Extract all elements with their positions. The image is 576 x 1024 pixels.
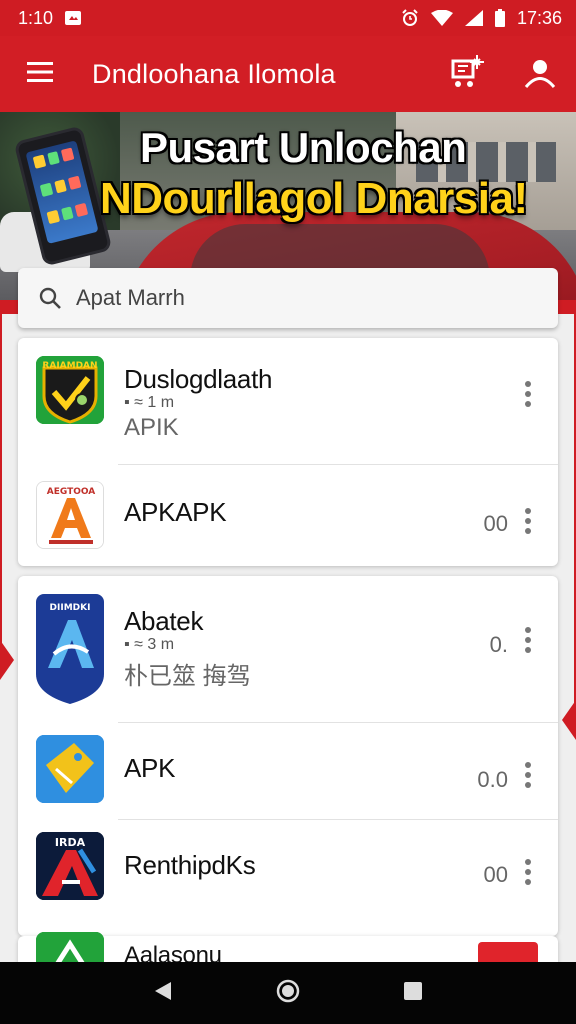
profile-button[interactable] <box>504 36 576 112</box>
app-title: APKAPK <box>124 497 227 527</box>
app-list-card: DIIMDKI Abatek ▪ ≈ 3 m 朴已筮 挴驾 0. APK 0.0 <box>18 576 558 936</box>
app-count: 0.0 <box>477 767 508 792</box>
signal-icon <box>464 10 483 26</box>
notification-icon <box>65 11 82 25</box>
app-count: 00 <box>483 862 508 887</box>
app-meta: ▪ ≈ 1 m <box>124 394 175 411</box>
recents-button[interactable] <box>393 973 433 1013</box>
list-item[interactable]: RAIAMDAN Duslogdlaath ▪ ≈ 1 m APIK <box>18 338 558 464</box>
app-title: Dndloohana Ilomola <box>92 58 336 89</box>
more-vertical-icon <box>525 381 531 387</box>
list-item[interactable]: APK 0.0 <box>18 723 558 819</box>
banner-headline: Pusart Unlochan <box>140 124 467 171</box>
wifi-icon <box>430 10 453 26</box>
icon-label: IRDA <box>55 836 86 849</box>
app-bar: Dndloohana Ilomola <box>0 36 576 112</box>
red-border <box>0 300 16 670</box>
app-icon-blue-tag <box>36 735 104 803</box>
list-item[interactable]: DIIMDKI Abatek ▪ ≈ 3 m 朴已筮 挴驾 0. <box>18 576 558 722</box>
app-icon-a: AEGTOOA <box>36 481 104 549</box>
back-button[interactable] <box>143 973 183 1013</box>
app-icon-red-a: IRDA <box>36 832 104 900</box>
menu-button[interactable] <box>0 36 80 112</box>
app-category: 朴已筮 挴驾 <box>124 663 251 690</box>
more-button[interactable] <box>516 620 540 660</box>
cart-icon <box>450 54 486 94</box>
profile-icon <box>524 56 556 93</box>
app-list-card: RAIAMDAN Duslogdlaath ▪ ≈ 1 m APIK AEGTO… <box>18 338 558 566</box>
red-triangle <box>562 700 576 740</box>
red-border <box>558 300 576 730</box>
app-count: 0. <box>489 632 508 657</box>
system-nav-bar <box>0 962 576 1024</box>
icon-label: AEGTOOA <box>47 487 96 497</box>
cart-button[interactable] <box>432 36 504 112</box>
status-time-right: 17:36 <box>516 7 562 28</box>
home-button[interactable] <box>268 973 308 1013</box>
red-triangle <box>0 640 14 680</box>
more-button[interactable] <box>516 501 540 541</box>
more-button[interactable] <box>516 852 540 892</box>
icon-label: RAIAMDAN <box>42 361 97 371</box>
recents-square-icon <box>403 981 423 1006</box>
more-vertical-icon <box>525 508 531 514</box>
alarm-icon <box>401 9 419 27</box>
more-vertical-icon <box>525 762 531 768</box>
list-item[interactable]: IRDA RenthipdKs 00 <box>18 820 558 916</box>
status-time-left: 1:10 <box>18 7 54 28</box>
search-icon <box>38 286 62 310</box>
search-input[interactable]: Apat Marrh <box>18 268 558 328</box>
home-circle-icon <box>276 979 300 1008</box>
hamburger-menu-icon <box>27 61 53 87</box>
app-meta: ▪ ≈ 3 m <box>124 636 175 653</box>
app-icon-blue-shield: DIIMDKI <box>36 594 104 704</box>
search-placeholder: Apat Marrh <box>76 285 185 310</box>
banner-subheadline: NDourllagol Dnarsia! <box>100 174 528 223</box>
back-triangle-icon <box>153 981 173 1006</box>
more-button[interactable] <box>516 755 540 795</box>
icon-label: DIIMDKI <box>50 603 91 613</box>
app-icon-shield: RAIAMDAN <box>36 356 104 424</box>
app-count: 00 <box>483 511 508 536</box>
list-item[interactable]: AEGTOOA APKAPK 00 <box>18 465 558 565</box>
status-bar: 1:10 17:36 <box>0 0 576 36</box>
app-title: Duslogdlaath <box>124 364 273 394</box>
app-category: APIK <box>124 414 179 441</box>
more-vertical-icon <box>525 627 531 633</box>
app-title: Abatek <box>124 606 204 636</box>
app-title: APK <box>124 753 176 783</box>
more-vertical-icon <box>525 859 531 865</box>
more-button[interactable] <box>516 374 540 414</box>
app-title: RenthipdKs <box>124 850 256 880</box>
battery-icon <box>494 9 505 27</box>
